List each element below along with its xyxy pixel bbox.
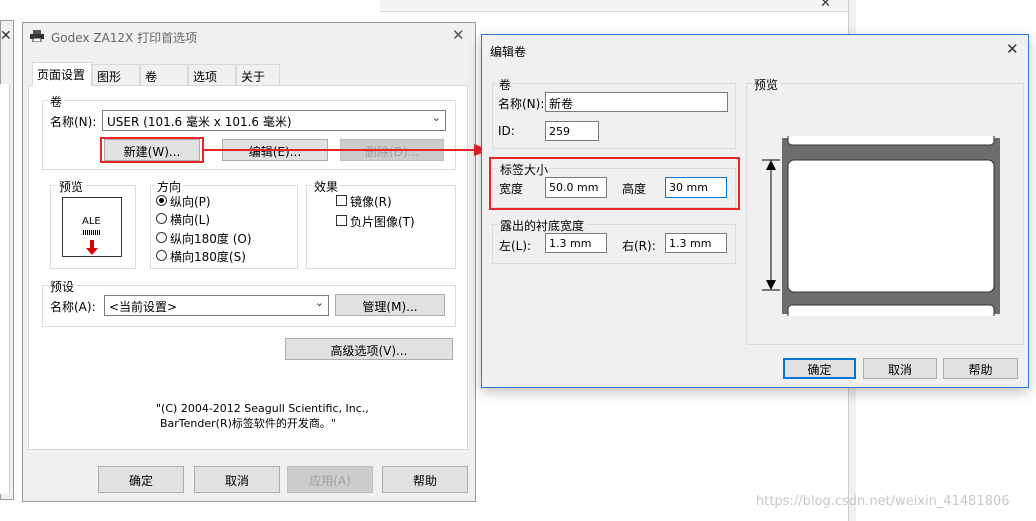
orientation-landscape-180-label: 横向180度(S)	[170, 250, 246, 264]
background-window-left-inner	[0, 84, 10, 494]
stock-name-select[interactable]: USER (101.6 毫米 x 101.6 毫米) ⌄	[102, 110, 446, 131]
ok-button[interactable]: 确定	[98, 466, 184, 493]
backing-left-label: 左(L):	[499, 239, 532, 253]
mirror-checkbox[interactable]	[336, 195, 347, 206]
copyright-line-1: "(C) 2004-2012 Seagull Scientific, Inc.,	[156, 402, 369, 415]
mirror-label: 镜像(R)	[350, 195, 392, 209]
close-icon[interactable]: ✕	[1006, 40, 1019, 58]
close-icon[interactable]: ✕	[820, 0, 831, 11]
orientation-landscape-radio[interactable]	[156, 213, 167, 224]
edit-stock-id-label: ID:	[498, 124, 515, 138]
chevron-down-icon: ⌄	[314, 296, 324, 309]
orientation-landscape-label: 横向(L)	[170, 213, 211, 227]
chevron-down-icon: ⌄	[431, 111, 441, 124]
stock-name-value: USER (101.6 毫米 x 101.6 毫米)	[107, 115, 292, 129]
close-icon[interactable]: ✕	[0, 28, 12, 44]
background-window-top	[380, 0, 850, 12]
tab-page-setup[interactable]: 页面设置	[32, 62, 92, 86]
backing-width-group-title: 露出的衬底宽度	[498, 217, 587, 234]
orientation-portrait-180-radio[interactable]	[156, 232, 167, 243]
orientation-landscape-180-radio[interactable]	[156, 250, 167, 261]
preset-name-value: <当前设置>	[109, 300, 178, 314]
preset-name-select[interactable]: <当前设置> ⌄	[104, 295, 329, 316]
backing-right-input[interactable]: 1.3 mm	[665, 233, 727, 253]
apply-button[interactable]: 应用(A)	[287, 466, 373, 493]
edit-stock-name-label: 名称(N):	[498, 97, 545, 111]
edit-preview-title: 预览	[752, 76, 781, 93]
close-icon[interactable]: ✕	[452, 26, 465, 44]
stock-preview-graphic	[760, 129, 1010, 321]
edit-stock-name-input[interactable]: 新卷	[545, 92, 728, 112]
stock-group-title: 卷	[48, 93, 65, 110]
effects-group-title: 效果	[312, 178, 341, 195]
orientation-portrait-radio[interactable]	[156, 195, 167, 206]
annotation-arrow	[202, 140, 492, 160]
edit-stock-dialog-title: 编辑卷	[490, 45, 527, 59]
tab-about[interactable]: 关于	[236, 64, 280, 85]
edit-stock-id-input[interactable]: 259	[545, 121, 599, 141]
barcode-icon	[83, 230, 101, 235]
feed-direction-arrow-icon	[86, 240, 98, 259]
stock-name-label: 名称(N):	[50, 115, 97, 129]
tab-options[interactable]: 选项	[188, 64, 236, 85]
edit-stock-group-title: 卷	[497, 76, 514, 93]
negative-image-checkbox[interactable]	[336, 215, 347, 226]
orientation-portrait-180-label: 纵向180度 (O)	[170, 232, 252, 246]
preset-group-title: 预设	[48, 278, 77, 295]
printer-icon	[30, 30, 44, 43]
cancel-button[interactable]: 取消	[194, 466, 280, 493]
preset-name-label: 名称(A):	[50, 300, 96, 314]
tab-graphics[interactable]: 图形	[92, 64, 140, 85]
backing-right-label: 右(R):	[622, 239, 656, 253]
help-button[interactable]: 帮助	[382, 466, 468, 493]
edit-help-button[interactable]: 帮助	[943, 358, 1018, 379]
preview-group-title: 预览	[57, 178, 86, 195]
dialog-title: Godex ZA12X 打印首选项	[51, 31, 198, 45]
negative-image-label: 负片图像(T)	[350, 215, 415, 229]
advanced-options-button[interactable]: 高级选项(V)...	[285, 338, 453, 360]
edit-ok-button[interactable]: 确定	[783, 358, 856, 379]
new-button-highlight	[100, 137, 204, 163]
backing-left-input[interactable]: 1.3 mm	[545, 233, 607, 253]
manage-presets-button[interactable]: 管理(M)...	[335, 294, 445, 316]
edit-cancel-button[interactable]: 取消	[863, 358, 937, 379]
tab-stock[interactable]: 卷	[140, 64, 188, 85]
watermark: https://blog.csdn.net/weixin_41481806	[756, 494, 1010, 509]
copyright-line-2: BarTender(R)标签软件的开发商。"	[160, 417, 336, 430]
orientation-portrait-label: 纵向(P)	[170, 195, 211, 209]
label-size-highlight	[489, 157, 740, 210]
label-preview-sample-text: ALE	[82, 216, 101, 227]
